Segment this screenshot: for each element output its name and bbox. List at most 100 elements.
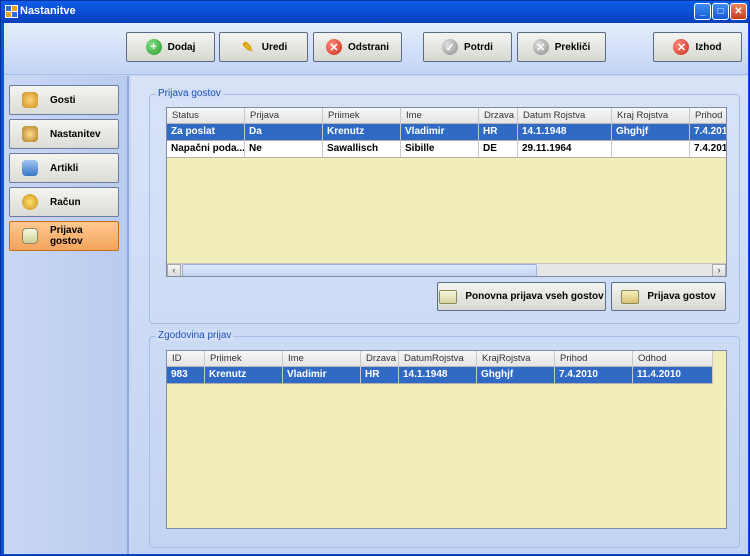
add-button[interactable]: + Dodaj bbox=[126, 32, 215, 62]
cancel-icon: ✕ bbox=[532, 39, 549, 55]
column-header[interactable]: Prihod bbox=[555, 351, 633, 367]
table-cell: Vladimir bbox=[401, 124, 479, 140]
id-card-icon bbox=[439, 289, 458, 304]
sidebar-item-label: Gosti bbox=[50, 94, 76, 106]
id-card-icon bbox=[621, 289, 640, 304]
pencil-icon: ✎ bbox=[241, 38, 254, 55]
column-header[interactable]: Drzava bbox=[361, 351, 399, 367]
table-cell: 14.1.1948 bbox=[399, 367, 477, 383]
remove-button-label: Odstrani bbox=[347, 41, 390, 53]
confirm-button[interactable]: ✓ Potrdi bbox=[423, 32, 512, 62]
scroll-thumb[interactable] bbox=[182, 264, 537, 276]
sidebar-item-accommodation[interactable]: Nastanitev bbox=[9, 119, 119, 149]
sidebar-item-guests[interactable]: Gosti bbox=[9, 85, 119, 115]
column-header[interactable]: Ime bbox=[283, 351, 361, 367]
table-header: ID Priimek Ime Drzava DatumRojstva KrajR… bbox=[167, 351, 713, 367]
scroll-right-button[interactable]: › bbox=[712, 264, 726, 276]
table-cell: DE bbox=[479, 141, 518, 157]
minimize-button[interactable]: _ bbox=[694, 3, 711, 20]
table-cell: 14.1.1948 bbox=[518, 124, 612, 140]
column-header[interactable]: Drzava bbox=[479, 108, 518, 124]
history-group-label: Zgodovina prijav bbox=[156, 330, 234, 341]
register-guests-button[interactable]: Prijava gostov bbox=[611, 282, 726, 311]
column-header[interactable]: Prihod bbox=[690, 108, 726, 124]
articles-icon bbox=[22, 160, 38, 176]
registration-group: Prijava gostov Status Prijava Priimek Im… bbox=[149, 88, 740, 324]
plus-icon: + bbox=[145, 39, 162, 55]
add-button-label: Dodaj bbox=[167, 41, 196, 53]
table-cell: 11.4.2010 bbox=[633, 367, 713, 383]
column-header[interactable]: Priimek bbox=[205, 351, 283, 367]
maximize-icon: □ bbox=[717, 6, 724, 17]
checkmark-icon: ✓ bbox=[442, 39, 459, 55]
table-header: Status Prijava Priimek Ime Drzava Datum … bbox=[167, 108, 726, 124]
exit-button[interactable]: ✕ Izhod bbox=[653, 32, 742, 62]
close-button[interactable]: ✕ bbox=[730, 3, 747, 20]
column-header[interactable]: Datum Rojstva bbox=[518, 108, 612, 124]
table-row[interactable]: Za poslat Da Krenutz Vladimir HR 14.1.19… bbox=[167, 124, 726, 141]
table-cell: HR bbox=[361, 367, 399, 383]
table-cell: Da bbox=[245, 124, 323, 140]
exit-icon: ✕ bbox=[673, 39, 690, 55]
chevron-right-icon: › bbox=[717, 265, 721, 275]
sidebar-item-invoice[interactable]: Račun bbox=[9, 187, 119, 217]
maximize-button[interactable]: □ bbox=[712, 3, 729, 20]
column-header[interactable]: Ime bbox=[401, 108, 479, 124]
cancel-button-label: Prekliči bbox=[554, 41, 591, 53]
history-table[interactable]: ID Priimek Ime Drzava DatumRojstva KrajR… bbox=[166, 350, 727, 529]
table-row[interactable]: 983 Krenutz Vladimir HR 14.1.1948 Ghghjf… bbox=[167, 367, 713, 384]
toolbar: + Dodaj ✎ Uredi ✕ Odstrani ✓ Potrdi ✕ Pr… bbox=[4, 23, 748, 75]
sidebar-item-label: Račun bbox=[50, 196, 81, 208]
column-header[interactable]: ID bbox=[167, 351, 205, 367]
exit-button-label: Izhod bbox=[695, 41, 722, 53]
accommodation-icon bbox=[22, 126, 38, 142]
reregister-all-button[interactable]: Ponovna prijava vseh gostov bbox=[437, 282, 606, 311]
sidebar-item-articles[interactable]: Artikli bbox=[9, 153, 119, 183]
guests-icon bbox=[22, 92, 38, 108]
chevron-left-icon: ‹ bbox=[172, 265, 176, 275]
table-cell: Napačni poda... bbox=[167, 141, 245, 157]
sidebar: Gosti Nastanitev Artikli Račun Prijava g… bbox=[4, 76, 129, 554]
invoice-icon bbox=[22, 194, 38, 210]
registration-group-label: Prijava gostov bbox=[156, 88, 223, 99]
guest-registration-icon bbox=[22, 228, 38, 244]
minimize-icon: _ bbox=[699, 6, 706, 17]
table-cell: Sibille bbox=[401, 141, 479, 157]
close-icon: ✕ bbox=[734, 6, 743, 17]
column-header[interactable]: Odhod bbox=[633, 351, 713, 367]
title-bar[interactable]: Nastanitve _ □ ✕ bbox=[1, 1, 749, 23]
column-header[interactable]: KrajRojstva bbox=[477, 351, 555, 367]
column-header[interactable]: DatumRojstva bbox=[399, 351, 477, 367]
window-title: Nastanitve bbox=[20, 5, 76, 17]
client-area: + Dodaj ✎ Uredi ✕ Odstrani ✓ Potrdi ✕ Pr… bbox=[4, 23, 748, 554]
table-cell: 29.11.1964 bbox=[518, 141, 612, 157]
column-header[interactable]: Priimek bbox=[323, 108, 401, 124]
column-header[interactable]: Kraj Rojstva bbox=[612, 108, 690, 124]
app-icon bbox=[5, 5, 18, 18]
table-cell: Krenutz bbox=[323, 124, 401, 140]
confirm-button-label: Potrdi bbox=[464, 41, 493, 53]
scroll-left-button[interactable]: ‹ bbox=[167, 264, 181, 276]
remove-icon: ✕ bbox=[325, 39, 342, 55]
table-cell: 7.4.2010 bbox=[555, 367, 633, 383]
sidebar-item-guest-registration[interactable]: Prijava gostov bbox=[9, 221, 119, 251]
remove-button[interactable]: ✕ Odstrani bbox=[313, 32, 402, 62]
column-header[interactable]: Prijava bbox=[245, 108, 323, 124]
horizontal-scrollbar[interactable]: ‹ › bbox=[167, 263, 726, 276]
cancel-button[interactable]: ✕ Prekliči bbox=[517, 32, 606, 62]
table-row[interactable]: Napačni poda... Ne Sawallisch Sibille DE… bbox=[167, 141, 726, 158]
table-cell bbox=[612, 141, 690, 157]
edit-button[interactable]: ✎ Uredi bbox=[219, 32, 308, 62]
table-cell: Krenutz bbox=[205, 367, 283, 383]
table-cell: HR bbox=[479, 124, 518, 140]
table-cell: 7.4.201 bbox=[690, 141, 726, 157]
registration-table[interactable]: Status Prijava Priimek Ime Drzava Datum … bbox=[166, 107, 727, 277]
register-guests-button-label: Prijava gostov bbox=[647, 291, 716, 302]
table-cell: Ghghjf bbox=[477, 367, 555, 383]
table-cell: Sawallisch bbox=[323, 141, 401, 157]
column-header[interactable]: Status bbox=[167, 108, 245, 124]
sidebar-item-label: Prijava gostov bbox=[49, 225, 83, 247]
sidebar-item-label: Nastanitev bbox=[50, 128, 101, 140]
sidebar-item-label: Artikli bbox=[50, 162, 79, 174]
table-cell: Vladimir bbox=[283, 367, 361, 383]
